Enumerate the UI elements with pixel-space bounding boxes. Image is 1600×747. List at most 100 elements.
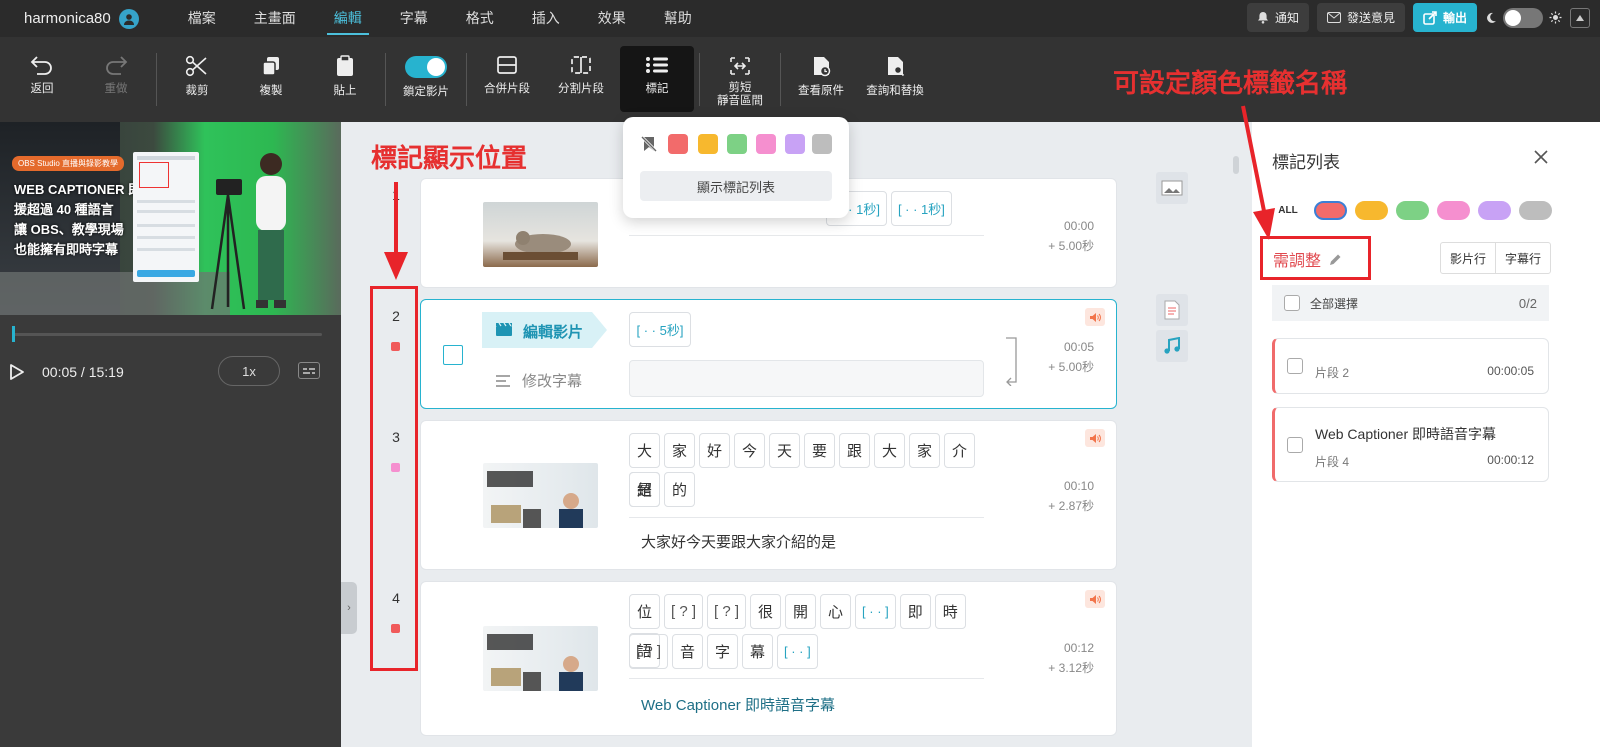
collapse-left-pane-button[interactable]: › [341, 582, 357, 634]
lock-video-toggle[interactable]: 鎖定影片 [389, 37, 463, 122]
mark-list-item[interactable]: Web Captioner 即時語音字幕 片段 4 00:00:12 [1272, 407, 1549, 482]
speaker-icon[interactable] [1085, 308, 1105, 326]
word-chip[interactable]: [ ? ] [664, 594, 704, 629]
word-chip[interactable]: 心 [820, 594, 852, 629]
no-mark-icon[interactable] [640, 135, 658, 153]
mark-color-red[interactable] [668, 134, 688, 154]
close-icon[interactable] [1533, 149, 1549, 165]
split-segment-button[interactable]: 分割片段 [544, 37, 618, 122]
menu-insert[interactable]: 插入 [513, 0, 579, 37]
word-chip[interactable]: 字 [707, 634, 739, 669]
mark-list-item[interactable]: 片段 2 00:00:05 [1272, 338, 1549, 394]
lock-video-switch[interactable] [405, 56, 447, 78]
word-chip[interactable]: 天 [769, 433, 800, 468]
menu-help[interactable]: 幫助 [645, 0, 711, 37]
mark-color-gray[interactable] [812, 134, 832, 154]
mark-color-yellow[interactable] [698, 134, 718, 154]
mark-color-green[interactable] [727, 134, 747, 154]
filter-green[interactable] [1396, 201, 1429, 220]
theme-switch[interactable] [1503, 7, 1543, 28]
user-avatar-icon[interactable] [118, 8, 139, 29]
subtitle-input[interactable] [629, 360, 984, 397]
menu-format[interactable]: 格式 [447, 0, 513, 37]
word-chip[interactable]: 時 [934, 594, 966, 629]
menu-home[interactable]: 主畫面 [235, 0, 315, 37]
collapse-toolbar-button[interactable] [1570, 7, 1590, 28]
word-chip[interactable]: 大 [629, 433, 660, 468]
word-chip[interactable]: 音 [672, 634, 704, 669]
view-subtitle-rows-button[interactable]: 字幕行 [1495, 243, 1550, 273]
filter-pink[interactable] [1437, 201, 1470, 220]
word-chip[interactable]: 幕 [742, 634, 774, 669]
filter-red[interactable] [1314, 201, 1347, 220]
word-chip[interactable]: 開 [785, 594, 817, 629]
video-preview[interactable]: OBS Studio 直播與錄影教學 WEB CAPTIONER 即時語 援超過… [0, 122, 341, 315]
segment-checkbox[interactable] [443, 345, 463, 365]
word-chip[interactable]: 今 [734, 433, 765, 468]
filter-gray[interactable] [1519, 201, 1552, 220]
cut-button[interactable]: 裁剪 [160, 37, 234, 122]
segment-card[interactable]: 位[ ? ][ ? ] 很開心[ · · ] 即時語 [ ? ] 音字幕[ · · ]… [420, 581, 1117, 736]
progress-handle[interactable] [12, 326, 15, 342]
merge-segment-button[interactable]: 合併片段 [470, 37, 544, 122]
word-chip[interactable]: 是 [629, 472, 660, 507]
speaker-icon[interactable] [1085, 429, 1105, 447]
document-insert-icon[interactable] [1156, 294, 1188, 326]
feedback-button[interactable]: 發送意見 [1316, 3, 1405, 32]
word-chip[interactable]: 位 [629, 594, 660, 629]
video-progress-bar[interactable] [12, 326, 322, 342]
play-icon[interactable] [10, 364, 24, 380]
segment-subtitle[interactable]: 大家好今天要跟大家介紹的是 [641, 531, 836, 552]
filter-purple[interactable] [1478, 201, 1511, 220]
pause-chip[interactable]: [ · · 1秒] [890, 191, 952, 226]
menu-file[interactable]: 檔案 [169, 0, 235, 37]
menu-effects[interactable]: 效果 [579, 0, 645, 37]
edit-video-tab[interactable]: 編輯影片 [482, 312, 607, 348]
notify-button[interactable]: 通知 [1246, 3, 1309, 32]
segment-card-selected[interactable]: 編輯影片 修改字幕 [ · · 5秒] 00:05 + 5.00秒 [420, 299, 1117, 409]
mark-button[interactable]: 標記 [620, 46, 694, 112]
redo-button[interactable]: 重做 [79, 37, 153, 122]
menu-subtitle[interactable]: 字幕 [381, 0, 447, 37]
theme-toggle[interactable] [1485, 7, 1562, 28]
word-chip[interactable]: 家 [909, 433, 940, 468]
find-replace-button[interactable]: 查詢和替換 [858, 37, 932, 122]
trim-silence-button[interactable]: 剪短 靜音區間 [703, 37, 777, 122]
view-original-button[interactable]: 查看原件 [784, 37, 858, 122]
word-chip[interactable]: 即 [899, 594, 931, 629]
undo-button[interactable]: 返回 [5, 37, 79, 122]
word-chip[interactable]: [ ? ] [629, 634, 669, 669]
word-chip[interactable]: 介 [944, 433, 975, 468]
item-checkbox[interactable] [1287, 437, 1303, 453]
view-video-rows-button[interactable]: 影片行 [1441, 243, 1495, 273]
filter-yellow[interactable] [1355, 201, 1388, 220]
playback-speed-button[interactable]: 1x [218, 356, 280, 386]
item-checkbox[interactable] [1287, 358, 1303, 374]
merge-bracket-icon[interactable] [1004, 336, 1018, 386]
mark-color-pink[interactable] [756, 134, 776, 154]
pause-chip[interactable]: [ · · 5秒] [629, 312, 691, 347]
paste-button[interactable]: 貼上 [308, 37, 382, 122]
select-all-checkbox[interactable] [1284, 295, 1300, 311]
word-chip[interactable]: 跟 [839, 433, 870, 468]
word-chip[interactable]: 要 [804, 433, 835, 468]
user-brand[interactable]: harmonica80 [24, 8, 139, 29]
show-mark-list-button[interactable]: 顯示標記列表 [640, 171, 832, 201]
word-chip[interactable]: 大 [874, 433, 905, 468]
word-chip[interactable]: [ · · ] [855, 594, 896, 629]
segment-subtitle[interactable]: Web Captioner 即時語音字幕 [641, 694, 835, 715]
image-insert-icon[interactable] [1156, 172, 1188, 204]
segment-card[interactable]: 大家好今天要跟大家介紹的 是 大家好今天要跟大家介紹的是 00:10 + 2.8… [420, 420, 1117, 570]
copy-button[interactable]: 複製 [234, 37, 308, 122]
word-chip[interactable]: 好 [699, 433, 730, 468]
word-chip[interactable]: 很 [750, 594, 782, 629]
mark-color-purple[interactable] [785, 134, 805, 154]
word-chip[interactable]: [ ? ] [707, 594, 747, 629]
menu-edit[interactable]: 編輯 [315, 0, 381, 37]
word-chip[interactable]: [ · · ] [777, 634, 818, 669]
caption-toggle-icon[interactable] [298, 362, 320, 379]
music-insert-icon[interactable] [1156, 330, 1188, 362]
word-chip[interactable]: 家 [664, 433, 695, 468]
export-button[interactable]: 輸出 [1412, 3, 1477, 32]
edit-subtitle-tab[interactable]: 修改字幕 [496, 370, 582, 391]
